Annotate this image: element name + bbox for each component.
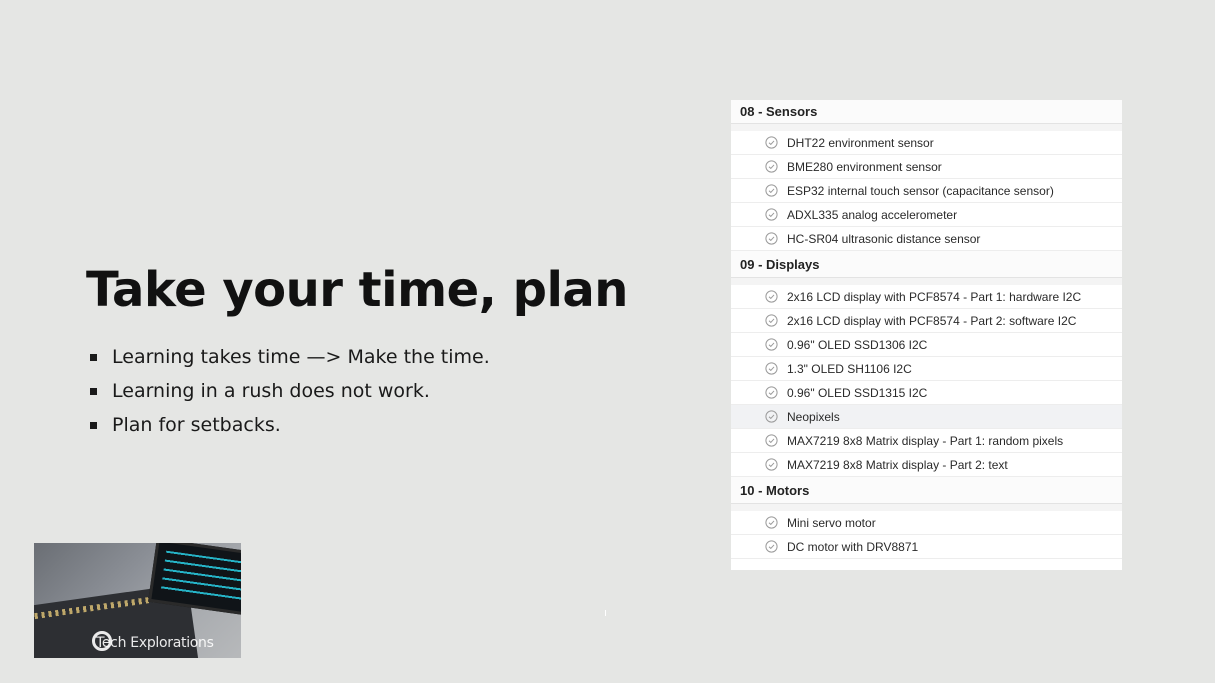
lecture-item[interactable]: DC motor with DRV8871 [731,535,1122,559]
presenter-thumbnail: Tech Explorations [34,543,241,658]
lecture-title: 2x16 LCD display with PCF8574 - Part 2: … [787,313,1077,328]
lecture-item[interactable]: 0.96" OLED SSD1315 I2C [731,381,1122,405]
lecture-item[interactable]: 1.3" OLED SH1106 I2C [731,357,1122,381]
lecture-title: 1.3" OLED SH1106 I2C [787,361,912,376]
check-circle-icon [765,136,778,149]
bullet-square-icon [90,421,97,429]
check-circle-icon [765,338,778,351]
lecture-title: ESP32 internal touch sensor (capacitance… [787,183,1054,198]
lecture-title: 2x16 LCD display with PCF8574 - Part 1: … [787,289,1082,304]
bullet-square-icon [90,353,97,361]
oled-screen-text [160,550,241,604]
lecture-item[interactable]: ESP32 internal touch sensor (capacitance… [731,179,1122,203]
tech-explorations-logo: Tech Explorations [96,635,214,651]
check-circle-icon [765,290,778,303]
lecture-title: Mini servo motor [787,515,876,530]
check-circle-icon [765,184,778,197]
lecture-title: DHT22 environment sensor [787,135,934,150]
lecture-title: DC motor with DRV8871 [787,539,919,554]
lecture-item[interactable]: 2x16 LCD display with PCF8574 - Part 1: … [731,285,1122,309]
check-circle-icon [765,362,778,375]
section-header-motors[interactable]: 10 - Motors [731,477,1122,504]
check-circle-icon [765,540,778,553]
check-circle-icon [765,232,778,245]
bullet-item: Learning in a rush does not work. [90,374,490,408]
section-header-sensors[interactable]: 08 - Sensors [731,100,1122,124]
course-outline-panel: 08 - Sensors DHT22 environment sensor BM… [731,100,1122,570]
lecture-item[interactable]: 2x16 LCD display with PCF8574 - Part 2: … [731,309,1122,333]
section-gap [731,504,1122,511]
slide: Take your time, plan Learning takes time… [0,0,1215,683]
check-circle-icon [765,160,778,173]
lecture-item[interactable]: ADXL335 analog accelerometer [731,203,1122,227]
lecture-item[interactable]: DHT22 environment sensor [731,131,1122,155]
check-circle-icon [765,516,778,529]
lecture-title: MAX7219 8x8 Matrix display - Part 2: tex… [787,457,1008,472]
bullet-item: Plan for setbacks. [90,408,490,442]
lecture-item[interactable]: HC-SR04 ultrasonic distance sensor [731,227,1122,251]
bullet-square-icon [90,387,97,395]
bullet-text: Plan for setbacks. [112,414,281,436]
lecture-item[interactable]: MAX7219 8x8 Matrix display - Part 2: tex… [731,453,1122,477]
check-circle-icon [765,434,778,447]
lecture-title: Neopixels [787,409,840,424]
section-gap [731,124,1122,131]
slide-title: Take your time, plan [86,262,628,318]
lecture-title: MAX7219 8x8 Matrix display - Part 1: ran… [787,433,1064,448]
bullet-text: Learning in a rush does not work. [112,380,430,402]
cursor-mark [605,610,606,616]
lecture-item[interactable]: BME280 environment sensor [731,155,1122,179]
section-gap [731,278,1122,285]
bullet-text: Learning takes time —> Make the time. [112,346,490,368]
lecture-item[interactable]: 0.96" OLED SSD1306 I2C [731,333,1122,357]
check-circle-icon [765,314,778,327]
bullet-list: Learning takes time —> Make the time. Le… [90,340,490,442]
check-circle-icon [765,208,778,221]
section-header-displays[interactable]: 09 - Displays [731,251,1122,278]
check-circle-icon [765,458,778,471]
lecture-title: 0.96" OLED SSD1306 I2C [787,337,928,352]
bullet-item: Learning takes time —> Make the time. [90,340,490,374]
check-circle-icon [765,386,778,399]
lecture-title: 0.96" OLED SSD1315 I2C [787,385,928,400]
lecture-item[interactable]: Mini servo motor [731,511,1122,535]
lecture-item-hovered[interactable]: Neopixels [731,405,1122,429]
lecture-title: ADXL335 analog accelerometer [787,207,958,222]
check-circle-icon [765,410,778,423]
lecture-item[interactable]: MAX7219 8x8 Matrix display - Part 1: ran… [731,429,1122,453]
lecture-title: HC-SR04 ultrasonic distance sensor [787,231,981,246]
lecture-title: BME280 environment sensor [787,159,942,174]
